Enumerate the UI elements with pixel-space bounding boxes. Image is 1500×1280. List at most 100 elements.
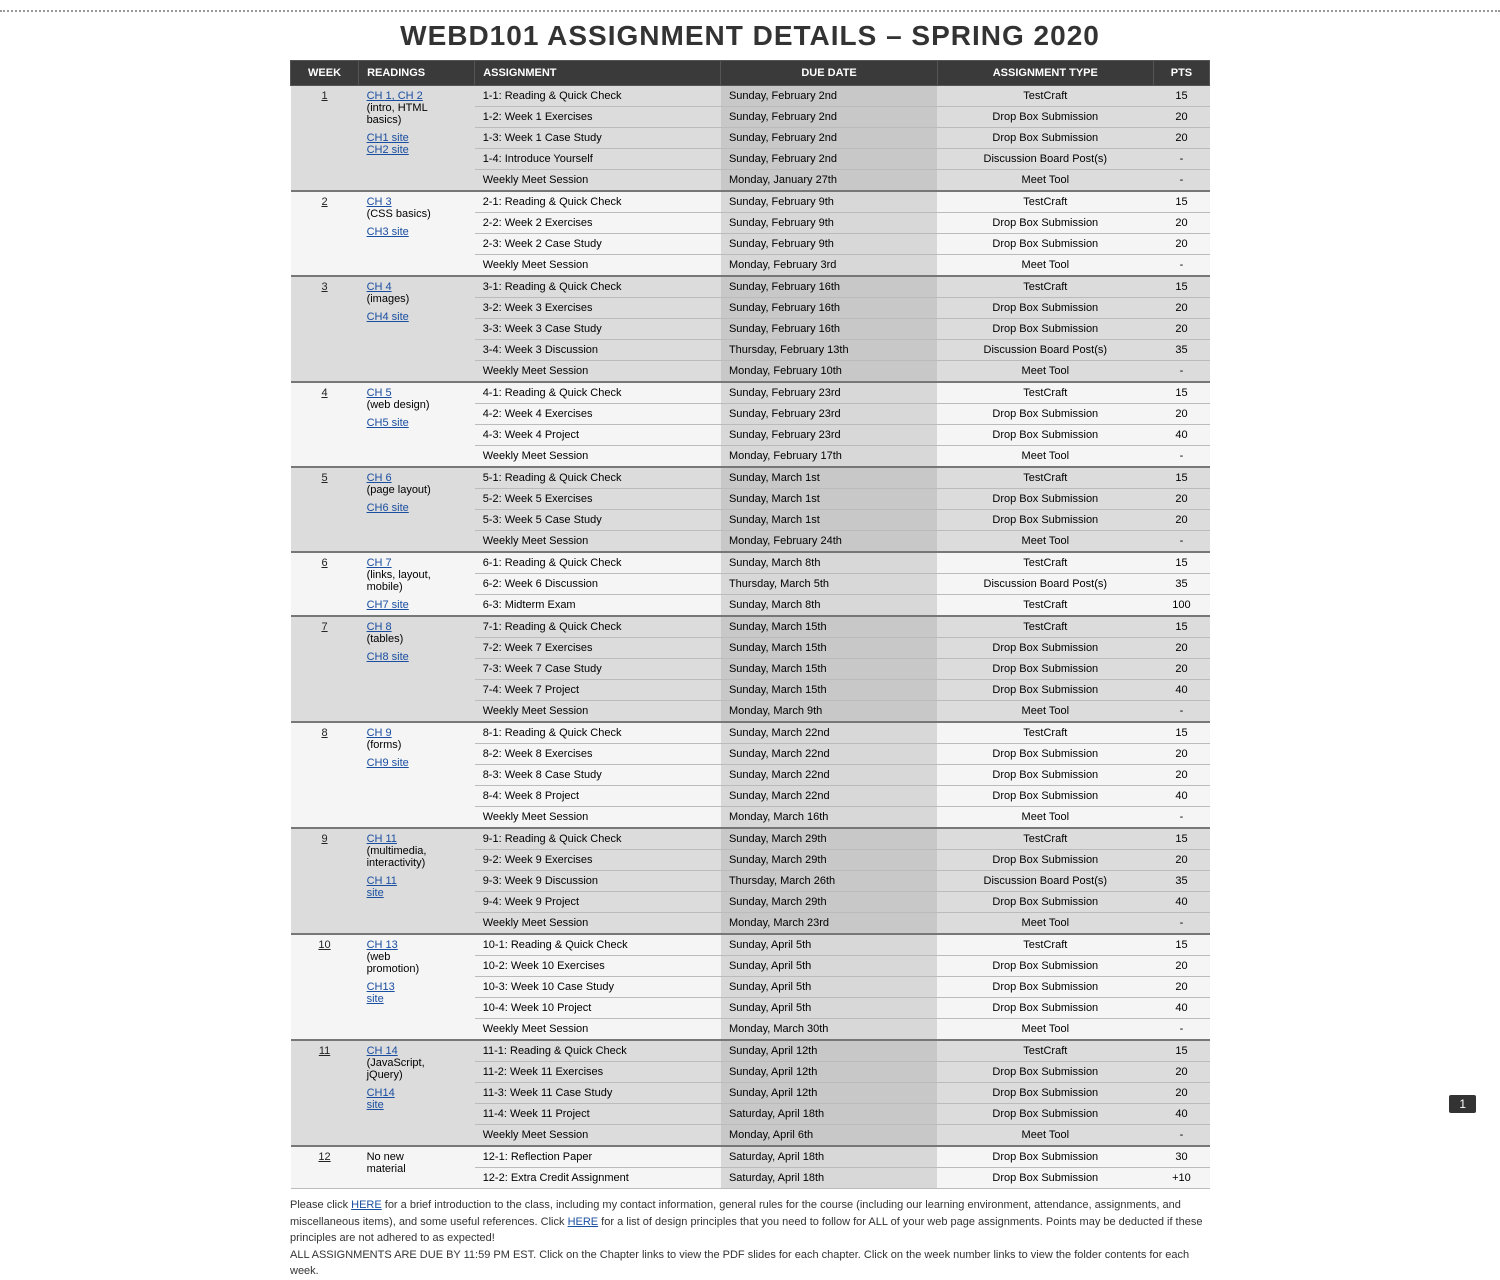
due-date-cell: Monday, January 27th — [721, 170, 937, 192]
week-number-link[interactable]: 8 — [321, 727, 327, 739]
week-number-link[interactable]: 12 — [318, 1151, 330, 1163]
due-date-cell: Sunday, February 23rd — [721, 404, 937, 425]
chapter-site-link[interactable]: CH7 site — [367, 599, 467, 611]
page-title: WEBD101 ASSIGNMENT DETAILS – SPRING 2020 — [0, 0, 1500, 60]
table-row: 11CH 14(JavaScript,jQuery)CH14site11-1: … — [291, 1040, 1210, 1062]
chapter-site-link[interactable]: CH4 site — [367, 311, 467, 323]
points-cell: - — [1153, 255, 1209, 277]
week-number-link[interactable]: 4 — [321, 387, 327, 399]
col-type: ASSIGNMENT TYPE — [937, 61, 1153, 86]
week-number-cell: 8 — [291, 722, 359, 828]
chapter-site-link[interactable]: site — [367, 887, 467, 899]
chapter-link[interactable]: CH 7 — [367, 557, 467, 569]
assignment-type-cell: TestCraft — [937, 616, 1153, 638]
readings-cell: CH 1, CH 2(intro, HTMLbasics)CH1 siteCH2… — [359, 86, 475, 192]
chapter-site-link[interactable]: CH14 — [367, 1087, 467, 1099]
chapter-site-link[interactable]: CH13 — [367, 981, 467, 993]
week-number-link[interactable]: 2 — [321, 196, 327, 208]
readings-text: (links, layout, — [367, 569, 467, 581]
assignment-type-cell: Discussion Board Post(s) — [937, 871, 1153, 892]
readings-text: (web — [367, 951, 467, 963]
points-cell: 20 — [1153, 213, 1209, 234]
due-date-cell: Saturday, April 18th — [721, 1168, 937, 1189]
chapter-site-link[interactable]: CH8 site — [367, 651, 467, 663]
assignment-type-cell: Drop Box Submission — [937, 319, 1153, 340]
points-cell: 20 — [1153, 489, 1209, 510]
chapter-link[interactable]: CH 8 — [367, 621, 467, 633]
due-date-cell: Monday, February 17th — [721, 446, 937, 468]
points-cell: 20 — [1153, 977, 1209, 998]
due-date-cell: Sunday, March 8th — [721, 595, 937, 617]
assignment-cell: 12-1: Reflection Paper — [475, 1146, 721, 1168]
due-date-cell: Sunday, March 15th — [721, 616, 937, 638]
due-date-cell: Monday, February 24th — [721, 531, 937, 553]
assignment-type-cell: Meet Tool — [937, 807, 1153, 829]
assignment-type-cell: Drop Box Submission — [937, 659, 1153, 680]
chapter-site-link[interactable]: site — [367, 993, 467, 1005]
chapter-link[interactable]: CH 14 — [367, 1045, 467, 1057]
points-cell: 15 — [1153, 191, 1209, 213]
points-cell: 40 — [1153, 998, 1209, 1019]
week-number-link[interactable]: 1 — [321, 90, 327, 102]
week-number-link[interactable]: 9 — [321, 833, 327, 845]
chapter-site-link[interactable]: CH2 site — [367, 144, 467, 156]
chapter-site-link[interactable]: CH5 site — [367, 417, 467, 429]
readings-cell: CH 7(links, layout,mobile)CH7 site — [359, 552, 475, 616]
week-number-link[interactable]: 11 — [319, 1045, 330, 1057]
readings-text: (CSS basics) — [367, 208, 467, 220]
assignment-type-cell: Drop Box Submission — [937, 998, 1153, 1019]
foot-link-here-2[interactable]: HERE — [568, 1216, 599, 1228]
assignment-cell: Weekly Meet Session — [475, 446, 721, 468]
week-number-link[interactable]: 5 — [321, 472, 327, 484]
chapter-link[interactable]: CH 11 — [367, 833, 467, 845]
week-number-cell: 9 — [291, 828, 359, 934]
foot-text-2: ALL ASSIGNMENTS ARE DUE BY 11:59 PM EST.… — [290, 1249, 1189, 1278]
chapter-link[interactable]: CH 13 — [367, 939, 467, 951]
week-number-cell: 5 — [291, 467, 359, 552]
chapter-site-link[interactable]: CH9 site — [367, 757, 467, 769]
chapter-site-link[interactable]: site — [367, 1099, 467, 1111]
due-date-cell: Sunday, March 1st — [721, 489, 937, 510]
assignment-type-cell: Meet Tool — [937, 531, 1153, 553]
points-cell: 20 — [1153, 956, 1209, 977]
assignment-type-cell: Drop Box Submission — [937, 765, 1153, 786]
due-date-cell: Sunday, April 5th — [721, 934, 937, 956]
chapter-link[interactable]: CH 1, CH 2 — [367, 90, 467, 102]
table-row: 5CH 6(page layout)CH6 site5-1: Reading &… — [291, 467, 1210, 489]
chapter-site-link[interactable]: CH3 site — [367, 226, 467, 238]
points-cell: 20 — [1153, 659, 1209, 680]
due-date-cell: Monday, March 9th — [721, 701, 937, 723]
chapter-link[interactable]: CH 5 — [367, 387, 467, 399]
chapter-site-link[interactable]: CH 11 — [367, 875, 467, 887]
assignment-cell: 7-2: Week 7 Exercises — [475, 638, 721, 659]
assignment-cell: 6-1: Reading & Quick Check — [475, 552, 721, 574]
assignment-cell: Weekly Meet Session — [475, 1125, 721, 1147]
readings-cell: No newmaterial — [359, 1146, 475, 1189]
week-number-link[interactable]: 10 — [318, 939, 330, 951]
chapter-link[interactable]: CH 4 — [367, 281, 467, 293]
due-date-cell: Sunday, April 12th — [721, 1083, 937, 1104]
assignment-type-cell: Drop Box Submission — [937, 213, 1153, 234]
foot-link-here-1[interactable]: HERE — [351, 1199, 382, 1211]
chapter-site-link[interactable]: CH1 site — [367, 132, 467, 144]
week-number-link[interactable]: 3 — [321, 281, 327, 293]
points-cell: 20 — [1153, 298, 1209, 319]
week-number-link[interactable]: 6 — [321, 557, 327, 569]
points-cell: 20 — [1153, 234, 1209, 255]
due-date-cell: Sunday, February 9th — [721, 213, 937, 234]
points-cell: - — [1153, 446, 1209, 468]
week-number-link[interactable]: 7 — [321, 621, 327, 633]
assignment-cell: 1-2: Week 1 Exercises — [475, 107, 721, 128]
week-number-cell: 12 — [291, 1146, 359, 1189]
chapter-link[interactable]: CH 9 — [367, 727, 467, 739]
due-date-cell: Sunday, February 2nd — [721, 149, 937, 170]
points-cell: 15 — [1153, 467, 1209, 489]
chapter-site-link[interactable]: CH6 site — [367, 502, 467, 514]
chapter-link[interactable]: CH 3 — [367, 196, 467, 208]
points-cell: - — [1153, 807, 1209, 829]
assignment-cell: Weekly Meet Session — [475, 913, 721, 935]
assignment-type-cell: TestCraft — [937, 467, 1153, 489]
due-date-cell: Sunday, March 15th — [721, 638, 937, 659]
chapter-link[interactable]: CH 6 — [367, 472, 467, 484]
assignment-cell: 6-2: Week 6 Discussion — [475, 574, 721, 595]
